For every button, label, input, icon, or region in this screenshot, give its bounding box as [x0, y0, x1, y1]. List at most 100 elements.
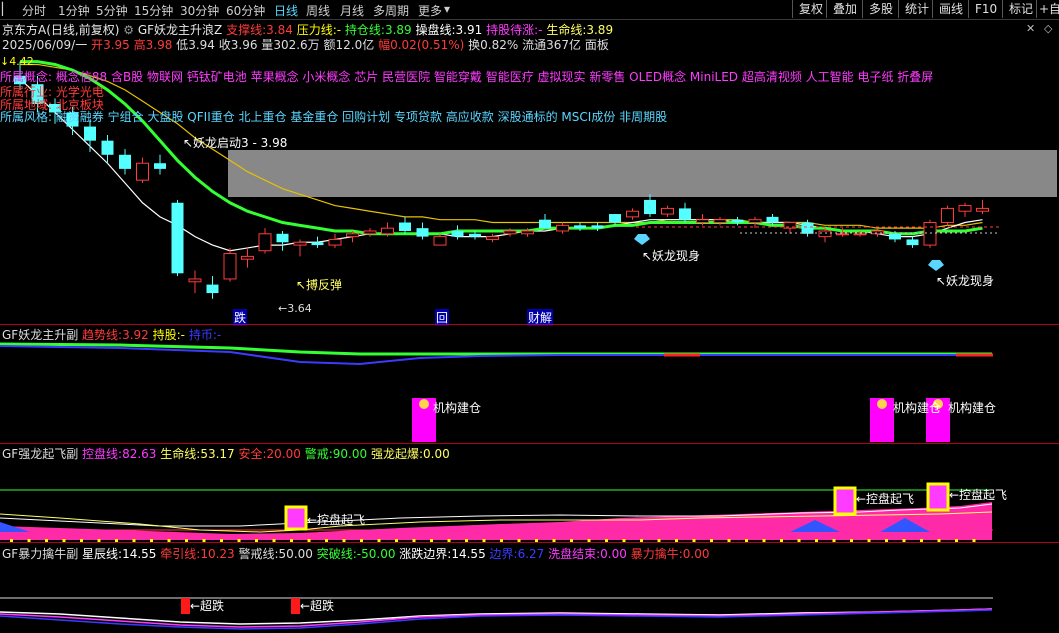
candle-body[interactable]	[731, 219, 744, 223]
period-tab-60min[interactable]: 60分钟	[226, 2, 265, 19]
candle-body[interactable]	[906, 239, 919, 246]
settings-gear-icon[interactable]: ⚙	[123, 23, 134, 37]
candle-body[interactable]	[661, 207, 674, 215]
add-custom-button[interactable]: +自	[1036, 0, 1059, 18]
panel3-chart[interactable]	[0, 560, 1059, 633]
candle-body[interactable]	[556, 224, 569, 232]
candle-body[interactable]	[311, 242, 324, 246]
safe-label: 安全:	[238, 447, 267, 461]
candle-body[interactable]	[941, 207, 954, 224]
oversold-tag: ←超跌	[190, 599, 225, 613]
panel-separator[interactable]	[0, 324, 1059, 325]
candle-body[interactable]	[801, 222, 814, 234]
statistics-button[interactable]: 统计	[898, 0, 935, 18]
period-tab-timeshare[interactable]: 分时	[22, 2, 46, 19]
candle-body[interactable]	[363, 230, 377, 235]
candle-body[interactable]	[223, 253, 237, 280]
overlay-button[interactable]: 叠加	[826, 0, 863, 18]
oversold-bar	[181, 598, 190, 614]
draw-line-button[interactable]: 画线	[932, 0, 969, 18]
candle-body[interactable]	[539, 219, 551, 229]
candle-body[interactable]	[713, 219, 727, 224]
trend-line-blue	[0, 345, 992, 366]
candle-body[interactable]	[241, 255, 254, 260]
candle-body[interactable]	[923, 222, 937, 246]
restore-rights-button[interactable]: 复权	[792, 0, 829, 18]
panel1-chart[interactable]	[0, 340, 1059, 444]
mark-button[interactable]: 标记	[1002, 0, 1039, 18]
money-bag-icon	[877, 399, 887, 409]
candle-body[interactable]	[644, 199, 656, 215]
indicator-name[interactable]: GF妖龙主升浪Z	[138, 23, 222, 37]
takeoff-box	[833, 486, 857, 516]
candle-body[interactable]	[818, 230, 832, 238]
candle-body[interactable]	[206, 284, 219, 294]
period-tab-daily[interactable]: 日线	[274, 2, 298, 19]
close-icon[interactable]: ✕	[1026, 22, 1035, 35]
period-tab-5min[interactable]: 5分钟	[96, 2, 128, 19]
period-tab-multi[interactable]: 多周期	[373, 2, 409, 19]
period-tab-1min[interactable]: 1分钟	[58, 2, 90, 19]
multi-stock-button[interactable]: 多股	[862, 0, 899, 18]
stock-name[interactable]: 京东方A	[2, 23, 46, 37]
panel-separator[interactable]	[0, 443, 1059, 444]
candle-body[interactable]	[521, 230, 534, 235]
candle-body[interactable]	[416, 228, 429, 237]
candle-body[interactable]	[766, 216, 779, 223]
main-kline-chart[interactable]	[0, 50, 1059, 324]
period-tab-weekly[interactable]: 周线	[306, 2, 330, 19]
candle-body[interactable]	[188, 278, 202, 283]
panel-separator[interactable]	[0, 542, 1059, 543]
candle-body[interactable]	[976, 207, 989, 212]
alert-value: 90.00	[332, 447, 368, 461]
collapse-icon[interactable]: ◇	[1044, 22, 1052, 35]
takeoff-box	[926, 482, 950, 512]
candle-body[interactable]	[101, 140, 114, 155]
safe-value: 20.00	[266, 447, 301, 461]
candle-body[interactable]	[381, 227, 394, 235]
candle-body[interactable]	[433, 236, 447, 246]
f10-button[interactable]: F10	[968, 0, 1003, 18]
period-tab-15min[interactable]: 15分钟	[134, 2, 173, 19]
panel3-title[interactable]: GF暴力擒牛副	[2, 547, 78, 561]
candle-body[interactable]	[696, 219, 709, 224]
candle-body[interactable]	[836, 233, 849, 236]
pull-value: 10.23	[200, 547, 235, 561]
warn-label: 警戒线:	[238, 547, 279, 561]
candle-body[interactable]	[293, 241, 307, 246]
candle-body[interactable]	[346, 233, 359, 238]
candle-body[interactable]	[626, 210, 639, 218]
period-tab-30min[interactable]: 30分钟	[180, 2, 219, 19]
candle-body[interactable]	[574, 225, 586, 229]
candle-body[interactable]	[503, 230, 517, 235]
candle-body[interactable]	[889, 233, 901, 240]
concept-line: 所属概念: 概念信88 含B股 物联网 钙钛矿电池 苹果概念 小米概念 芯片 民…	[0, 70, 934, 84]
candle-body[interactable]	[679, 208, 691, 220]
candle-body[interactable]	[258, 233, 272, 252]
candle-body[interactable]	[748, 219, 762, 224]
candle-body[interactable]	[399, 222, 411, 231]
candle-body[interactable]	[84, 126, 96, 141]
more-dropdown-icon[interactable]: ▾	[444, 2, 450, 16]
candle-body[interactable]	[276, 233, 289, 243]
period-tab-monthly[interactable]: 月线	[340, 2, 364, 19]
candle-body[interactable]	[154, 163, 166, 169]
candle-body[interactable]	[486, 236, 499, 240]
candle-body[interactable]	[853, 233, 867, 236]
period-tab-more[interactable]: 更多	[418, 2, 442, 19]
menu-icon[interactable]: ▏	[2, 2, 11, 16]
hold-line-label: 持仓线:	[344, 23, 385, 37]
panel2-title[interactable]: GF强龙起飞副	[2, 447, 78, 461]
candle-body[interactable]	[171, 202, 184, 274]
ma-value-label: ↓4.42	[0, 55, 34, 68]
takeoff-tag: ←控盘起飞	[949, 488, 1008, 502]
candle-body[interactable]	[958, 205, 972, 212]
side-label: 边界:	[489, 547, 518, 561]
candle-body[interactable]	[136, 162, 149, 181]
candle-body[interactable]	[328, 238, 342, 246]
candle-body[interactable]	[469, 233, 481, 237]
candle-body[interactable]	[609, 214, 621, 223]
candle-body[interactable]	[591, 225, 604, 229]
candle-body[interactable]	[119, 154, 131, 169]
candle-body[interactable]	[451, 230, 464, 237]
